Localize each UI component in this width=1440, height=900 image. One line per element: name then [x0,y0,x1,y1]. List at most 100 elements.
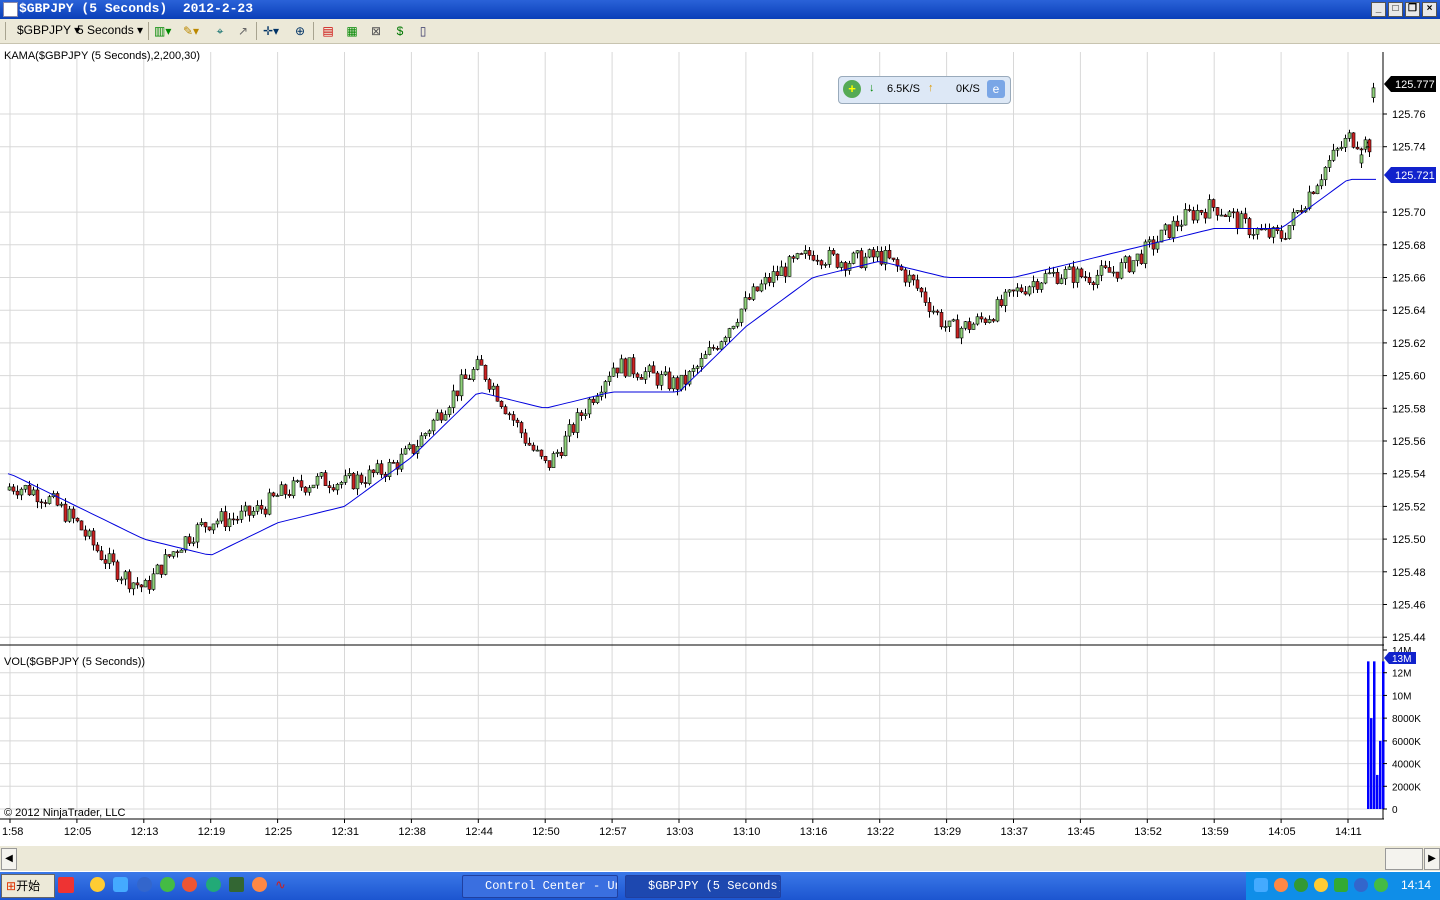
candle-up [727,328,732,338]
start-button[interactable]: ⊞开始 [1,874,55,898]
candle-up [403,448,408,455]
candle-down [39,501,44,504]
candle-down [323,472,328,486]
price-tick-label: 125.50 [1392,534,1426,546]
tray-security-icon[interactable] [1294,878,1308,892]
cursor-icon[interactable]: ↗ [235,23,251,39]
time-tick-label: 12:19 [198,826,226,838]
candle-up [703,354,708,359]
tray-network-icon[interactable] [1254,878,1268,892]
task-gbpjpy-chart[interactable]: $GBPJPY (5 Seconds)... [625,875,781,898]
candle-up [1015,287,1020,292]
candle-down [1055,271,1060,284]
quicklaunch-app-icon[interactable] [58,877,74,893]
quicklaunch-chrome-icon[interactable] [182,877,197,892]
instrument-selector[interactable]: $GBPJPY ▾ [17,23,80,37]
candle-down [579,412,584,416]
bar-type-icon[interactable]: ▥▾ [154,23,171,39]
toolbar-separator [148,22,149,40]
candle-up [1159,229,1164,243]
candle-down [363,482,368,484]
candle-down [915,279,920,289]
candle-up [355,474,360,490]
time-tick-label: 1:58 [2,826,23,838]
tray-firefox-icon[interactable] [1274,878,1288,892]
crosshair-icon[interactable]: ✛▾ [263,23,279,39]
candle-down [75,517,80,522]
kama-price-label: 125.721 [1395,170,1435,182]
candle-down [799,253,804,255]
quicklaunch-media-icon[interactable] [137,877,152,892]
candle-down [559,451,564,456]
chart-area[interactable]: 125.76 125.74 125.70 125.68 125.66 125.64 125.… [0,44,1440,844]
candle-up [475,359,480,370]
candle-up [183,536,188,551]
candle-down [231,518,236,521]
candle-up [367,469,372,484]
candle-down [683,374,688,385]
quicklaunch-browser-icon[interactable] [90,877,105,892]
minimize-button[interactable]: _ [1371,2,1386,17]
candle-up [7,486,12,491]
candle-down [159,564,164,575]
dollar-icon[interactable]: $ [392,23,408,39]
tray-update-icon[interactable] [1334,878,1348,892]
quicklaunch-ie-icon[interactable] [113,877,128,892]
tray-volume-icon[interactable] [1354,878,1368,892]
pencil-draw-icon[interactable]: ✎▾ [183,23,199,39]
clock[interactable]: 14:14 [1401,878,1431,892]
candle-up [279,484,284,496]
properties-icon[interactable]: ▯ [415,23,431,39]
candle-up [1343,138,1348,148]
candle-down [1019,287,1024,292]
time-tick-label: 13:37 [1001,826,1029,838]
candle-up [243,505,248,512]
candle-up [803,250,808,254]
candle-up [1239,213,1244,229]
candle-down [63,503,68,522]
chart-canvas[interactable]: 125.76 125.74 125.70 125.68 125.66 125.64 125.… [0,44,1440,844]
scroll-left-button[interactable]: ◀ [1,848,17,870]
candle-down [523,432,528,444]
candle-down [271,492,276,497]
candle-down [99,550,104,560]
candle-up [951,319,956,322]
candle-up [163,554,168,575]
restore-button[interactable]: ❐ [1405,2,1420,17]
candle-up [123,571,128,580]
interval-selector[interactable]: 5 Seconds ▾ [77,23,143,37]
quicklaunch-terminal-icon[interactable] [229,877,244,892]
data-box-icon[interactable]: ⊠ [368,23,384,39]
tray-chat-icon[interactable] [1314,878,1328,892]
quicklaunch-ninja-icon[interactable]: ∿ [275,877,290,892]
tray-speed-icon[interactable] [1374,878,1388,892]
task-control-center[interactable]: Control Center - Un... [462,875,618,898]
quicklaunch-firefox-icon[interactable] [252,877,267,892]
candle-down [635,373,640,378]
quicklaunch-tool-icon[interactable] [160,877,175,892]
pin-icon[interactable]: ⌖ [212,23,228,39]
close-button[interactable]: × [1422,2,1437,17]
candle-up [1295,210,1300,213]
candle-down [1103,265,1108,268]
candle-up [959,327,964,339]
horizontal-scrollbar[interactable]: ◀ ▶ [0,846,1440,871]
candle-up [119,578,124,581]
candle-down [1139,253,1144,264]
candle-down [327,485,332,488]
chart-trader-icon[interactable]: ▤ [320,23,336,39]
candle-down [591,398,596,403]
scroll-right-button[interactable]: ▶ [1424,848,1440,870]
candle-up [1147,239,1152,243]
strategy-icon[interactable]: ▦ [344,23,360,39]
maximize-icon-button[interactable]: □ [1388,2,1403,17]
candle-up [427,430,432,434]
candle-down [983,318,988,323]
candle-down [539,449,544,457]
quicklaunch-globe-icon[interactable] [206,877,221,892]
zoom-icon[interactable]: ⊕ [292,23,308,39]
scroll-thumb[interactable] [1385,848,1423,870]
browser-icon[interactable]: e [987,80,1005,98]
candle-up [251,510,256,516]
network-speed-widget[interactable]: + ↓ 6.5K/S ↑ 0K/S e [838,76,1011,104]
